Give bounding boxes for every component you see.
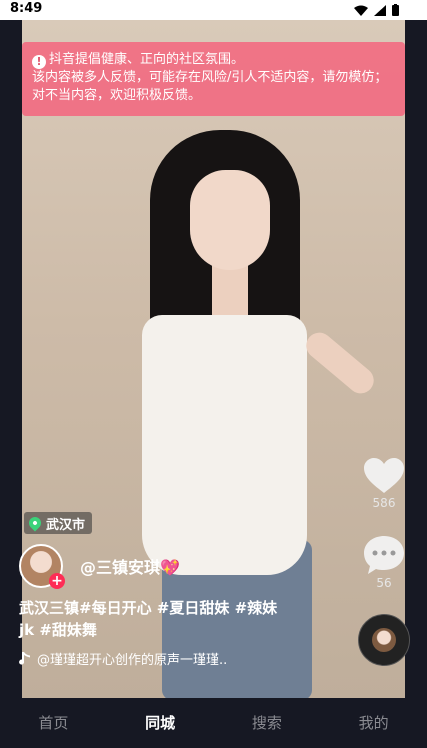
warning-line-2: 该内容被多人反馈，可能存在风险/引人不适内容，请勿模仿；对不当内容，欢迎积极反馈… [32, 70, 388, 103]
follow-plus-icon[interactable]: + [49, 573, 65, 589]
status-time: 8:49 [10, 1, 43, 16]
music-info[interactable]: @瑾瑾超开心创作的原声一瑾瑾.. [19, 649, 227, 668]
wifi-icon [354, 5, 368, 16]
music-disc-cover [372, 628, 396, 652]
location-label: 武汉市 [46, 517, 86, 533]
comment-icon [364, 536, 404, 574]
tab-profile[interactable]: 我的 [320, 698, 427, 748]
music-note-icon [19, 651, 30, 665]
video-figure-face [190, 170, 270, 270]
music-disc-button[interactable] [358, 614, 410, 666]
video-figure-top [142, 315, 307, 575]
alert-icon: ! [32, 55, 46, 69]
heart-icon [364, 458, 404, 493]
video-caption[interactable]: 武汉三镇#每日开心 #夏日甜妹 #辣妹jk #甜妹舞 [19, 597, 289, 641]
comment-count: 56 [376, 576, 392, 590]
author-name[interactable]: @三镇安琪💖 [80, 554, 180, 578]
tab-home[interactable]: 首页 [0, 698, 107, 748]
status-bar: 8:49 [0, 0, 427, 20]
battery-icon [392, 4, 399, 16]
status-icons [354, 4, 399, 16]
like-count: 586 [372, 496, 396, 510]
signal-icon [374, 4, 386, 16]
content-warning-banner: ! 抖音提倡健康、正向的社区氛围。 该内容被多人反馈，可能存在风险/引人不适内容，… [22, 42, 405, 116]
like-button[interactable]: 586 [362, 458, 406, 510]
comment-button[interactable]: 56 [362, 536, 406, 590]
video-figure-arm [301, 327, 379, 399]
location-tag[interactable]: 武汉市 [24, 512, 93, 534]
tab-search[interactable]: 搜索 [214, 698, 321, 748]
music-title: @瑾瑾超开心创作的原声一瑾瑾.. [37, 653, 228, 668]
bottom-tab-bar: 首页 同城 搜索 我的 [0, 698, 427, 748]
location-pin-icon [26, 514, 44, 532]
warning-line-1: 抖音提倡健康、正向的社区氛围。 [49, 52, 245, 67]
tab-nearby[interactable]: 同城 [107, 698, 214, 748]
